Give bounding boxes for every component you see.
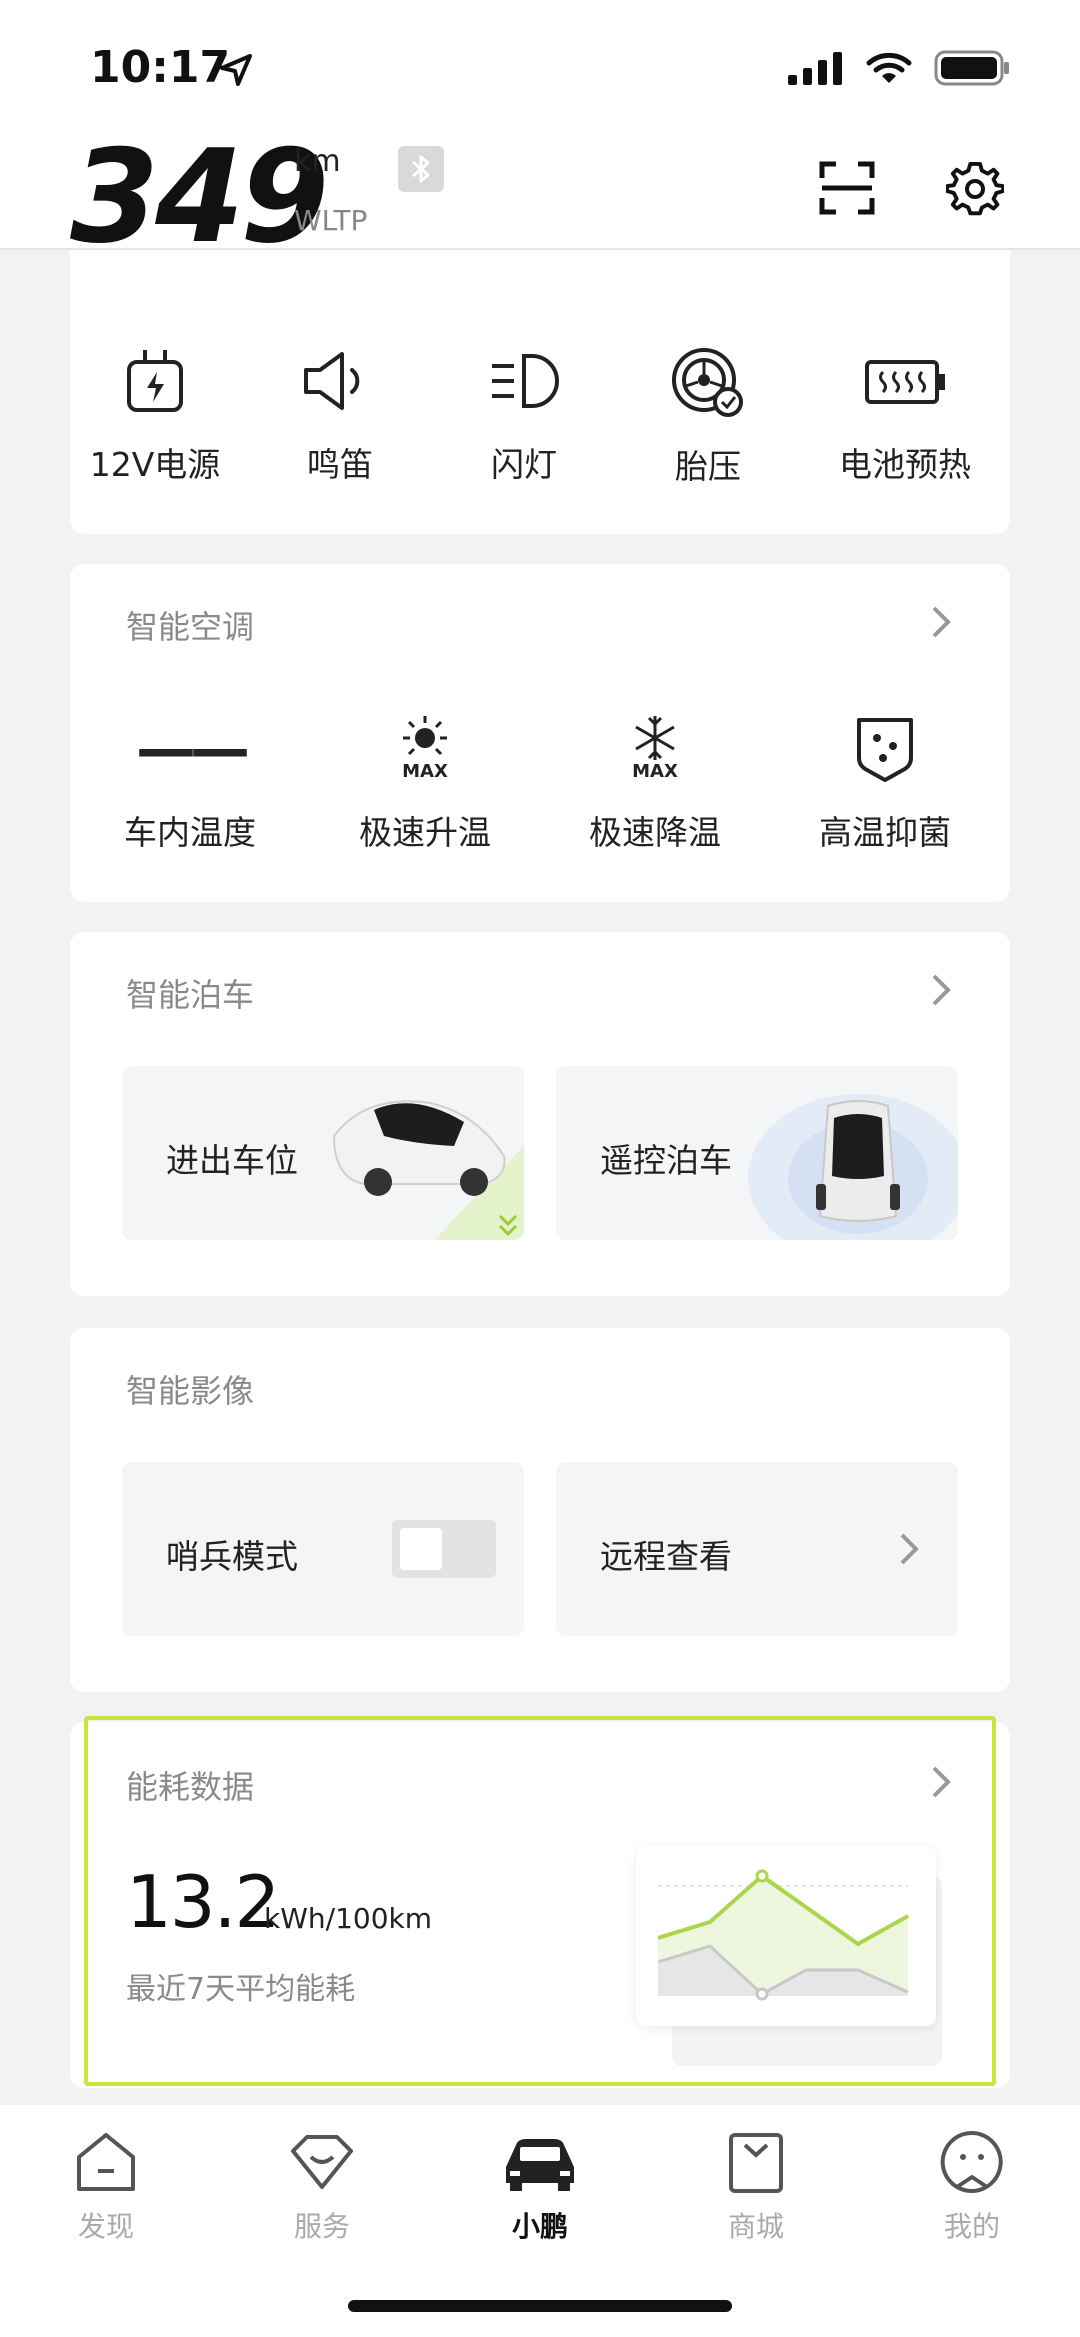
gear-icon[interactable] bbox=[946, 160, 1004, 218]
energy-trend-graphic bbox=[658, 1869, 909, 2001]
tile-label: 进出车位 bbox=[166, 1141, 298, 1180]
smart-camera-card: 智能影像 哨兵模式 远程查看 bbox=[70, 1328, 1010, 1692]
smart-parking-card: 智能泊车 进出车位 遥控泊车 bbox=[70, 932, 1010, 1296]
energy-caption: 最近7天平均能耗 bbox=[126, 1972, 356, 2007]
ctrl-label: 电池预热 bbox=[839, 445, 971, 484]
toggle-knob bbox=[400, 1528, 442, 1570]
tab-service[interactable]: 服务 bbox=[262, 2127, 382, 2245]
flash-lights-button[interactable]: 闪灯 bbox=[464, 346, 584, 486]
climate-label: 极速升温 bbox=[359, 813, 491, 852]
status-time: 10:17 bbox=[90, 42, 231, 93]
tab-label: 小鹏 bbox=[511, 2210, 568, 2243]
climate-card: 智能空调 —— 车内温度 MAX 极速升温 MAX 极速降温 高温抑菌 bbox=[70, 564, 1010, 902]
card-title: 智能空调 bbox=[126, 608, 255, 646]
home-icon bbox=[77, 2133, 135, 2191]
car-top-image bbox=[748, 1094, 958, 1240]
location-arrow-icon bbox=[220, 54, 252, 86]
status-bar: 10:17 bbox=[0, 0, 1080, 130]
energy-data-card[interactable]: 能耗数据 13.2 kWh/100km 最近7天平均能耗 bbox=[70, 1722, 1010, 2088]
tab-discover[interactable]: 发现 bbox=[46, 2127, 166, 2245]
sentry-mode-toggle[interactable] bbox=[392, 1520, 496, 1578]
bluetooth-icon[interactable] bbox=[398, 146, 444, 192]
wifi-icon bbox=[866, 52, 912, 83]
service-icon bbox=[291, 2135, 353, 2189]
cabin-temp-display: —— 车内温度 bbox=[110, 714, 270, 854]
chevron-right-icon[interactable] bbox=[926, 970, 954, 1010]
home-indicator bbox=[348, 2300, 732, 2312]
quick-cool-button[interactable]: MAX 极速降温 bbox=[580, 714, 730, 854]
card-title: 能耗数据 bbox=[126, 1768, 255, 1806]
tab-shop[interactable]: 商城 bbox=[696, 2127, 816, 2245]
car-side-image bbox=[332, 1100, 524, 1240]
ctrl-label: 闪灯 bbox=[491, 445, 557, 484]
battery-preheat-button[interactable]: 电池预热 bbox=[830, 346, 980, 486]
card-title: 智能泊车 bbox=[126, 976, 255, 1014]
tab-label: 服务 bbox=[293, 2210, 350, 2243]
card-title: 智能影像 bbox=[126, 1372, 255, 1410]
horn-button[interactable]: 鸣笛 bbox=[280, 346, 400, 486]
sentry-label: 哨兵模式 bbox=[166, 1537, 298, 1576]
battery-icon bbox=[934, 50, 1009, 86]
chevron-right-icon[interactable] bbox=[926, 602, 954, 642]
scan-icon[interactable] bbox=[818, 160, 876, 216]
tab-label: 发现 bbox=[77, 2210, 134, 2243]
max-badge: MAX bbox=[632, 761, 678, 782]
ctrl-label: 鸣笛 bbox=[307, 445, 373, 484]
tab-profile[interactable]: 我的 bbox=[912, 2127, 1032, 2245]
shield-dots-icon bbox=[857, 718, 913, 782]
plug-icon bbox=[127, 350, 183, 412]
ctrl-label: 12V电源 bbox=[89, 445, 221, 484]
energy-value: 13.2 bbox=[126, 1860, 280, 1944]
power-12v-button[interactable]: 12V电源 bbox=[80, 346, 230, 486]
tire-pressure-button[interactable]: 胎压 bbox=[648, 346, 768, 488]
remote-view-tile[interactable]: 远程查看 bbox=[556, 1462, 958, 1636]
sterilize-button[interactable]: 高温抑菌 bbox=[810, 714, 960, 854]
battery-heat-icon bbox=[865, 360, 945, 404]
range-unit: km bbox=[294, 144, 341, 179]
sentry-mode-tile: 哨兵模式 bbox=[122, 1462, 524, 1636]
range-standard: WLTP bbox=[294, 204, 368, 237]
climate-label: 车内温度 bbox=[124, 813, 256, 852]
tab-label: 商城 bbox=[727, 2210, 784, 2243]
energy-chart-thumbnail bbox=[636, 1846, 942, 2066]
profile-icon bbox=[940, 2130, 1003, 2193]
chevron-right-icon[interactable] bbox=[926, 1762, 954, 1802]
tab-xpeng[interactable]: 小鹏 bbox=[480, 2127, 600, 2245]
tire-pressure-icon bbox=[672, 348, 743, 417]
tile-label: 遥控泊车 bbox=[600, 1141, 732, 1180]
sun-max-icon bbox=[403, 716, 447, 756]
signal-icon bbox=[788, 52, 842, 85]
range-header: 349 km WLTP bbox=[0, 130, 1080, 262]
car-icon bbox=[506, 2139, 574, 2191]
park-in-out-tile[interactable]: 进出车位 bbox=[122, 1066, 524, 1240]
climate-label: 极速降温 bbox=[589, 813, 721, 852]
snowflake-max-icon bbox=[635, 716, 675, 760]
climate-label: 高温抑菌 bbox=[819, 813, 951, 852]
tab-label: 我的 bbox=[943, 2210, 1000, 2243]
remote-parking-tile[interactable]: 遥控泊车 bbox=[556, 1066, 958, 1240]
shop-bag-icon bbox=[729, 2133, 783, 2193]
horn-icon bbox=[304, 352, 360, 410]
headlight-icon bbox=[492, 354, 559, 408]
range-value: 349 bbox=[70, 123, 329, 272]
ctrl-label: 胎压 bbox=[675, 447, 741, 486]
remote-view-label: 远程查看 bbox=[600, 1537, 732, 1576]
quick-heat-button[interactable]: MAX 极速升温 bbox=[350, 714, 500, 854]
cabin-temp-value: —— bbox=[136, 714, 250, 784]
chevron-right-icon bbox=[900, 1533, 919, 1565]
max-badge: MAX bbox=[402, 761, 448, 782]
energy-unit: kWh/100km bbox=[264, 1902, 433, 1935]
